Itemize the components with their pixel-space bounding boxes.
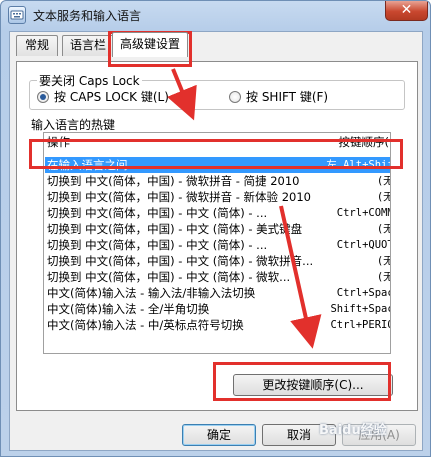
- hotkey-key: (无): [376, 223, 390, 235]
- hotkey-action: 中文(简体)输入法 - 中/英标点符号切换: [47, 318, 244, 332]
- tab-label: 常规: [24, 38, 49, 52]
- hotkeys-group-label: 输入语言的热键: [31, 118, 116, 132]
- hotkey-key: Ctrl+PERIOD: [330, 319, 390, 331]
- column-header-key-sequence[interactable]: 按键顺序(K): [338, 134, 390, 150]
- dialog-window: 文本服务和输入语言 ✕ 常规 语言栏 高级键设置 要关闭 Caps Lock 按…: [0, 0, 431, 457]
- hotkey-row[interactable]: 中文(简体)输入法 - 输入法/非输入法切换 Ctrl+Space: [45, 285, 390, 301]
- hotkey-row[interactable]: 切换到 中文(简体，中国) - 中文 (简体) - 微软拼音... (无): [45, 253, 390, 269]
- change-key-sequence-button[interactable]: 更改按键顺序(C)...: [233, 374, 393, 396]
- tab-advanced-key-settings[interactable]: 高级键设置: [112, 32, 188, 57]
- hotkey-key: (无): [376, 191, 390, 203]
- tab-panel: 要关闭 Caps Lock 按 CAPS LOCK 键(L) 按 SHIFT 键…: [16, 61, 418, 411]
- tab-language-bar[interactable]: 语言栏: [62, 35, 114, 56]
- hotkey-action: 切换到 中文(简体，中国) - 中文 (简体) - ...: [47, 238, 268, 252]
- hotkey-row[interactable]: 切换到 中文(简体，中国) - 中文 (简体) - ... Ctrl+COMMA: [45, 205, 390, 221]
- window-title: 文本服务和输入语言: [33, 9, 142, 23]
- hotkey-action: 中文(简体)输入法 - 全/半角切换: [47, 302, 210, 316]
- hotkey-key: (无): [376, 271, 390, 283]
- radio-shift-key[interactable]: 按 SHIFT 键(F): [229, 88, 328, 104]
- dialog-client-area: 常规 语言栏 高级键设置 要关闭 Caps Lock 按 CAPS LOCK 键…: [9, 31, 423, 451]
- hotkey-action: 切换到 中文(简体，中国) - 中文 (简体) - 微软...: [47, 270, 291, 284]
- hotkey-action: 中文(简体)输入法 - 输入法/非输入法切换: [47, 286, 256, 300]
- hotkey-key: 左 Alt+Shift: [326, 159, 390, 171]
- hotkey-row[interactable]: 在输入语言之间 左 Alt+Shift: [45, 157, 390, 173]
- hotkey-action: 切换到 中文(简体，中国) - 微软拼音 - 新体验 2010: [47, 190, 311, 204]
- keyboard-icon: [8, 6, 26, 24]
- hotkey-key: Ctrl+QUOTE: [336, 239, 390, 251]
- close-icon: ✕: [400, 2, 413, 18]
- hotkey-row[interactable]: 切换到 中文(简体，中国) - 中文 (简体) - 微软... (无): [45, 269, 390, 285]
- hotkey-row[interactable]: 切换到 中文(简体，中国) - 微软拼音 - 新体验 2010 (无): [45, 189, 390, 205]
- hotkey-action: 切换到 中文(简体，中国) - 中文 (简体) - 美式键盘: [47, 222, 303, 236]
- hotkey-row[interactable]: 切换到 中文(简体，中国) - 微软拼音 - 简捷 2010 (无): [45, 173, 390, 189]
- hotkey-key: Ctrl+COMMA: [336, 207, 390, 219]
- hotkey-action: 切换到 中文(简体，中国) - 微软拼音 - 简捷 2010: [47, 174, 300, 188]
- hotkey-action: 在输入语言之间: [47, 158, 128, 172]
- hotkey-row[interactable]: 切换到 中文(简体，中国) - 中文 (简体) - ... Ctrl+QUOTE: [45, 237, 390, 253]
- hotkey-row[interactable]: 中文(简体)输入法 - 中/英标点符号切换 Ctrl+PERIOD: [45, 317, 390, 333]
- hotkey-row[interactable]: 中文(简体)输入法 - 全/半角切换 Shift+Space: [45, 301, 390, 317]
- tab-label: 语言栏: [69, 38, 106, 52]
- ok-button[interactable]: 确定: [182, 424, 256, 446]
- tab-general[interactable]: 常规: [16, 35, 58, 56]
- column-header-action[interactable]: 操作: [47, 134, 70, 150]
- hotkey-key: Ctrl+Space: [336, 287, 390, 299]
- tab-label: 高级键设置: [119, 37, 180, 51]
- watermark-logo: Baidu经验: [319, 423, 387, 438]
- hotkey-list-header: 操作 按键顺序(K): [44, 133, 390, 150]
- close-button[interactable]: ✕: [385, 1, 428, 21]
- title-bar[interactable]: 文本服务和输入语言 ✕: [1, 1, 430, 29]
- hotkey-list[interactable]: 操作 按键顺序(K) 在输入语言之间 左 Alt+Shift 切换到 中文(简体，…: [43, 132, 391, 354]
- hotkey-key: Shift+Space: [330, 303, 390, 315]
- radio-label: 按 SHIFT 键(F): [246, 90, 329, 104]
- hotkey-action: 切换到 中文(简体，中国) - 中文 (简体) - 微软拼音...: [47, 254, 314, 268]
- hotkey-key: (无): [376, 255, 390, 267]
- hotkey-row[interactable]: 切换到 中文(简体，中国) - 中文 (简体) - 美式键盘 (无): [45, 221, 390, 237]
- radio-label: 按 CAPS LOCK 键(L): [54, 90, 169, 104]
- radio-caps-lock-key[interactable]: 按 CAPS LOCK 键(L): [37, 88, 169, 104]
- radio-checked-icon: [37, 91, 49, 103]
- radio-unchecked-icon: [229, 91, 241, 103]
- hotkey-key: (无): [376, 175, 390, 187]
- hotkey-action: 切换到 中文(简体，中国) - 中文 (简体) - ...: [47, 206, 268, 220]
- caps-lock-group: 要关闭 Caps Lock 按 CAPS LOCK 键(L) 按 SHIFT 键…: [29, 72, 405, 110]
- caps-lock-group-label: 要关闭 Caps Lock: [37, 72, 142, 89]
